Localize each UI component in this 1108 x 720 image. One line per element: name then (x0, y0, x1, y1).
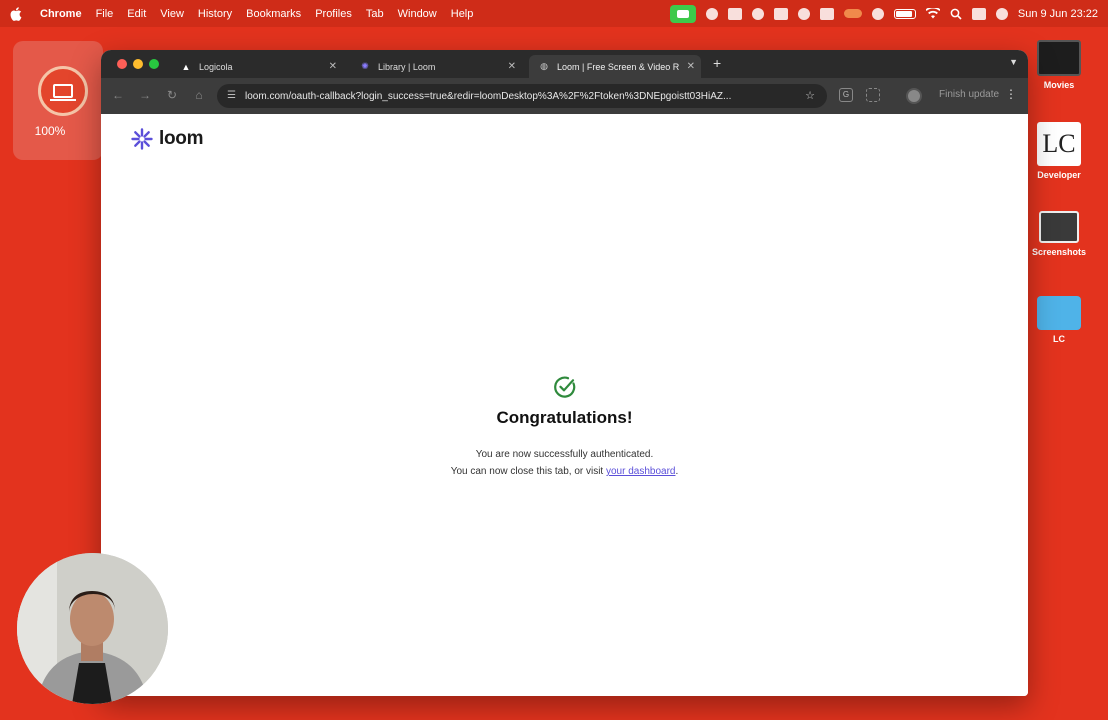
wifi-icon[interactable] (925, 8, 940, 19)
new-tab-icon[interactable]: + (713, 55, 721, 71)
menu-app-name[interactable]: Chrome (40, 8, 82, 20)
screenshot-thumbnail-icon (1039, 211, 1079, 243)
menu-file[interactable]: File (96, 8, 114, 20)
close-tab-icon[interactable]: ✕ (329, 61, 337, 72)
menu-history[interactable]: History (198, 8, 232, 20)
site-info-icon[interactable]: ☰ (227, 90, 236, 101)
close-window-icon[interactable] (117, 59, 127, 69)
menu-window[interactable]: Window (398, 8, 437, 20)
chevron-down-icon[interactable]: ▼ (1009, 57, 1018, 67)
close-tab-icon[interactable]: ✕ (508, 61, 516, 72)
forward-icon[interactable]: → (137, 88, 153, 102)
menu-edit[interactable]: Edit (127, 8, 146, 20)
bookmark-star-icon[interactable]: ☆ (805, 89, 815, 102)
back-icon[interactable]: ← (110, 88, 126, 102)
minimize-window-icon[interactable] (133, 59, 143, 69)
tab-title: Loom | Free Screen & Video R (557, 61, 680, 72)
check-circle-icon (552, 374, 578, 400)
screen-record-icon[interactable] (38, 66, 88, 116)
maximize-window-icon[interactable] (149, 59, 159, 69)
chrome-window: ▲ Logicola ✕ ✺ Library | Loom ✕ ◍ Loom |… (101, 50, 1028, 696)
desktop-icon-movies[interactable]: Movies (1024, 40, 1094, 90)
auth-success-panel: Congratulations! You are now successfull… (101, 374, 1028, 480)
close-tab-prefix: You can now close this tab, or visit (450, 466, 606, 477)
siri-icon[interactable] (995, 7, 1008, 20)
macos-menu-bar: Chrome File Edit View History Bookmarks … (0, 0, 1108, 27)
desktop-icon-developer[interactable]: LC Developer (1024, 122, 1094, 180)
webcam-bubble[interactable] (17, 553, 168, 704)
tab-loom-free-screen[interactable]: ◍ Loom | Free Screen & Video R ✕ (529, 55, 701, 78)
desktop-icon-label: Screenshots (1031, 247, 1087, 257)
web-page: loom Congratulations! You are now succes… (101, 114, 1028, 696)
desktop-icon-screenshots[interactable]: Screenshots (1024, 211, 1094, 257)
gear-icon[interactable] (705, 7, 718, 20)
tab-logicola[interactable]: ▲ Logicola ✕ (171, 55, 343, 78)
desktop-icon-label: Movies (1043, 80, 1075, 90)
play-icon[interactable] (871, 7, 884, 20)
loom-status-icon[interactable] (797, 7, 810, 20)
address-bar[interactable]: ☰ loom.com/oauth-callback?login_success=… (217, 84, 827, 108)
facetime-icon[interactable] (669, 4, 696, 23)
page-title: Congratulations! (496, 408, 633, 427)
figma-icon[interactable] (727, 7, 742, 20)
dashboard-link[interactable]: your dashboard (606, 466, 676, 477)
loom-logo-text: loom (159, 128, 204, 149)
notes-icon[interactable] (819, 7, 834, 20)
close-tab-message: You can now close this tab, or visit you… (101, 463, 1028, 480)
control-center-icon[interactable] (971, 7, 986, 20)
desktop-icon-lc[interactable]: LC (1024, 296, 1094, 344)
close-tab-icon[interactable]: ✕ (687, 61, 695, 72)
menu-tab[interactable]: Tab (366, 8, 384, 20)
loom-logo[interactable]: loom (131, 128, 203, 150)
menu-help[interactable]: Help (451, 8, 474, 20)
reload-icon[interactable]: ↻ (164, 88, 180, 102)
camera-icon[interactable] (751, 7, 764, 20)
cloudflare-icon[interactable] (843, 9, 862, 18)
auth-message: You are now successfully authenticated. (475, 449, 654, 460)
status-bar-right: Sun 9 Jun 23:22 (669, 0, 1098, 27)
desktop-icon-label: Developer (1037, 170, 1081, 180)
close-tab-suffix: . (675, 466, 679, 477)
vpn-icon[interactable] (773, 7, 788, 20)
loom-zoom-level: 100% (34, 124, 66, 138)
grammarly-extension-icon[interactable]: G (839, 88, 853, 102)
home-icon[interactable]: ⌂ (191, 88, 207, 102)
extensions-puzzle-icon[interactable] (866, 88, 880, 102)
battery-icon[interactable] (893, 8, 916, 19)
extension-label: G (842, 90, 850, 99)
profile-avatar-icon[interactable] (906, 88, 922, 104)
finish-update-button[interactable]: Finish update (939, 89, 999, 100)
menu-view[interactable]: View (160, 8, 184, 20)
blue-folder-icon (1037, 296, 1081, 330)
developer-badge: LC (1042, 129, 1076, 158)
tab-title: Logicola (199, 61, 233, 72)
globe-icon: ◍ (540, 61, 548, 71)
loom-icon: ✺ (361, 61, 369, 71)
browser-toolbar: ← → ↻ ⌂ ☰ loom.com/oauth-callback?login_… (101, 78, 1028, 114)
loom-recording-widget[interactable] (13, 41, 103, 160)
menu-bookmarks[interactable]: Bookmarks (246, 8, 301, 20)
loom-burst-icon (131, 128, 153, 150)
search-icon[interactable] (950, 8, 962, 20)
tab-strip: ▲ Logicola ✕ ✺ Library | Loom ✕ ◍ Loom |… (101, 50, 1028, 78)
url-text[interactable]: loom.com/oauth-callback?login_success=tr… (245, 91, 790, 102)
desktop-icon-label: LC (1053, 334, 1065, 344)
window-controls (117, 59, 159, 69)
apple-icon[interactable] (10, 6, 24, 21)
menu-clock[interactable]: Sun 9 Jun 23:22 (1018, 8, 1098, 20)
tab-library-loom[interactable]: ✺ Library | Loom ✕ (350, 55, 522, 78)
chrome-menu-icon[interactable]: ⋮ (1005, 87, 1017, 101)
developer-file-icon: LC (1037, 122, 1081, 166)
folder-icon (1037, 40, 1081, 76)
tab-title: Library | Loom (378, 61, 436, 72)
menu-profiles[interactable]: Profiles (315, 8, 352, 20)
logicola-icon: ▲ (181, 61, 191, 72)
presenter-video-icon (17, 553, 168, 704)
